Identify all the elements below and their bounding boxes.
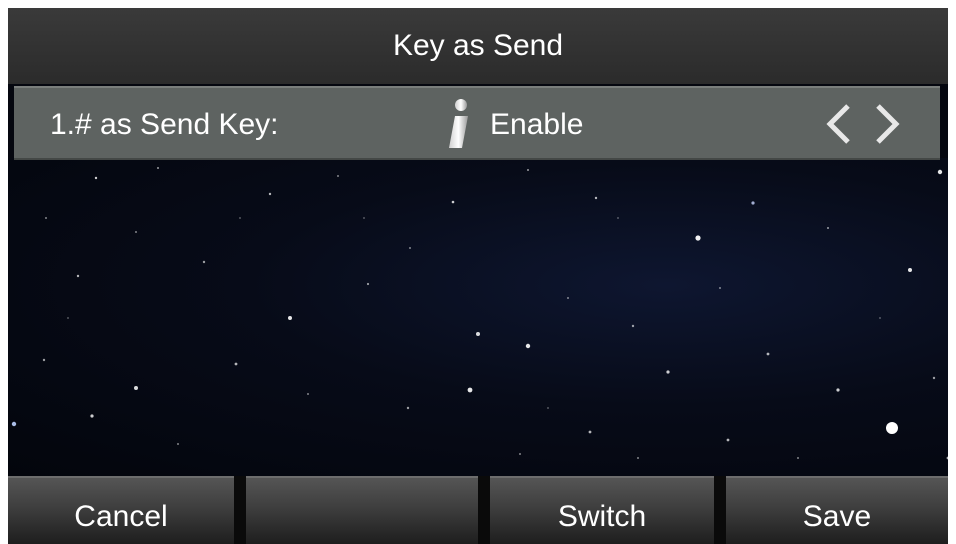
setting-value: Enable	[490, 108, 584, 141]
chevron-right-icon[interactable]	[872, 102, 902, 146]
softkey-divider	[234, 476, 246, 544]
setting-label: 1.# as Send Key:	[50, 108, 279, 141]
setting-row-send-key[interactable]: 1.# as Send Key: Enable	[14, 86, 940, 160]
softkey-cancel-label: Cancel	[74, 500, 168, 533]
phone-screen: Key as Send 1.# as Send Key: Enable Canc…	[8, 8, 948, 544]
softkey-bar: Cancel Switch Save	[8, 476, 948, 544]
softkey-switch[interactable]: Switch	[490, 476, 714, 544]
softkey-switch-label: Switch	[557, 500, 647, 533]
softkey-save[interactable]: Save	[726, 476, 948, 544]
softkey-divider	[714, 476, 726, 544]
softkey-divider	[478, 476, 490, 544]
info-icon	[449, 99, 468, 148]
softkey-save-label: Save	[802, 500, 872, 533]
softkey-empty[interactable]	[246, 476, 478, 544]
chevron-left-icon[interactable]	[824, 102, 854, 146]
star-field-graphic	[11, 167, 948, 460]
title-bar: Key as Send	[8, 8, 948, 84]
screen-title: Key as Send	[392, 29, 564, 62]
wallpaper-starfield	[8, 158, 948, 476]
softkey-cancel[interactable]: Cancel	[8, 476, 234, 544]
